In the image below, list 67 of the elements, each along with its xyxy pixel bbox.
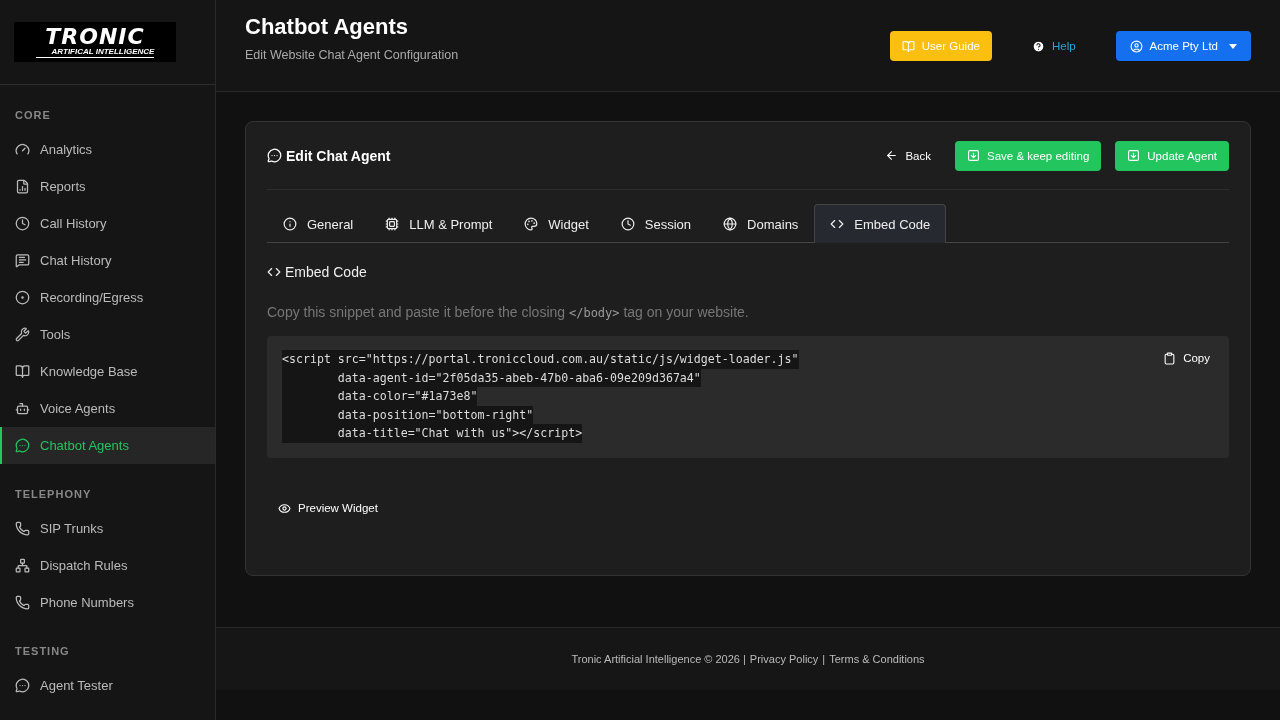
phone-icon bbox=[15, 595, 30, 610]
sidebar-item[interactable]: Reports bbox=[0, 168, 215, 205]
help-link[interactable]: Help bbox=[1019, 31, 1088, 61]
code-icon bbox=[830, 217, 845, 231]
preview-button[interactable]: Preview Widget bbox=[278, 501, 378, 515]
section-label: CORE bbox=[14, 108, 52, 123]
clock-icon bbox=[620, 217, 635, 231]
section-label: TESTING bbox=[14, 644, 71, 659]
sidebar-item[interactable]: SIP Trunks bbox=[0, 510, 215, 547]
sidebar-item[interactable]: Recording/Egress bbox=[0, 279, 215, 316]
footer-text: Tronic Artificial Intelligence © 2026 | bbox=[571, 653, 746, 665]
chat-bubble-icon bbox=[15, 438, 30, 453]
footer-link[interactable]: Terms & Conditions bbox=[829, 653, 925, 665]
clipboard-icon bbox=[1163, 351, 1177, 365]
section-title: Embed Code bbox=[267, 264, 1229, 280]
save-icon bbox=[1127, 149, 1141, 162]
tab[interactable]: Domains bbox=[707, 204, 815, 243]
section-label: TELEPHONY bbox=[14, 487, 93, 502]
network-icon bbox=[15, 558, 30, 573]
back-button[interactable]: Back bbox=[873, 140, 943, 171]
palette-icon bbox=[524, 217, 539, 231]
sidebar-item[interactable]: Tools bbox=[0, 316, 215, 353]
help-icon bbox=[1031, 39, 1045, 53]
gauge-icon bbox=[15, 142, 30, 157]
tab[interactable]: General bbox=[267, 204, 370, 243]
eye-icon bbox=[278, 501, 291, 515]
page-subtitle: Edit Website Chat Agent Configuration bbox=[245, 48, 460, 62]
sidebar-item[interactable]: Knowledge Base bbox=[0, 353, 215, 390]
logo: TRONIC ARTIFICAL INTELLIGENCE bbox=[14, 22, 176, 62]
tab[interactable]: Embed Code bbox=[814, 204, 947, 243]
footer-link[interactable]: Privacy Policy bbox=[749, 653, 819, 665]
wrench-icon bbox=[15, 327, 30, 342]
chat-bubble-icon bbox=[267, 148, 282, 163]
record-icon bbox=[15, 290, 30, 305]
sidebar-item[interactable]: Chatbot Agents bbox=[0, 427, 215, 464]
arrow-left-icon bbox=[885, 149, 899, 162]
chart-document-icon bbox=[15, 179, 30, 194]
card-title: Edit Chat Agent bbox=[267, 147, 874, 164]
clock-icon bbox=[15, 216, 30, 231]
globe-icon bbox=[723, 217, 738, 231]
code-icon bbox=[267, 265, 281, 279]
sidebar-item[interactable]: Agent Tester bbox=[0, 667, 215, 704]
footer-separator: | bbox=[822, 653, 826, 665]
sidebar-item[interactable]: Voice Agents bbox=[0, 390, 215, 427]
sidebar-item[interactable]: Call History bbox=[0, 205, 215, 242]
robot-icon bbox=[15, 401, 30, 416]
chat-bubble-icon bbox=[15, 678, 30, 693]
account-dropdown[interactable]: Acme Pty Ltd bbox=[1115, 31, 1251, 61]
sidebar-item[interactable]: Analytics bbox=[0, 131, 215, 168]
copy-button[interactable]: Copy bbox=[1159, 350, 1214, 366]
instruction-text: Copy this snippet and paste it before the closing </body> tag on your website. bbox=[267, 304, 750, 320]
book-icon bbox=[15, 364, 30, 379]
chip-icon bbox=[385, 217, 400, 231]
phone-icon bbox=[15, 521, 30, 536]
tab[interactable]: Session bbox=[604, 204, 708, 243]
caret-icon bbox=[1229, 43, 1237, 49]
user-icon bbox=[1129, 39, 1143, 53]
book-icon bbox=[901, 39, 915, 53]
tab[interactable]: LLM & Prompt bbox=[369, 204, 509, 243]
sidebar-item[interactable]: Phone Numbers bbox=[0, 584, 215, 621]
save-icon bbox=[967, 149, 980, 162]
page-title: Chatbot Agents bbox=[245, 14, 409, 40]
chat-lines-icon bbox=[15, 253, 30, 268]
sidebar-item[interactable]: Chat History bbox=[0, 242, 215, 279]
info-icon bbox=[283, 217, 297, 231]
tab[interactable]: Widget bbox=[508, 204, 605, 243]
sidebar-item[interactable]: Dispatch Rules bbox=[0, 547, 215, 584]
